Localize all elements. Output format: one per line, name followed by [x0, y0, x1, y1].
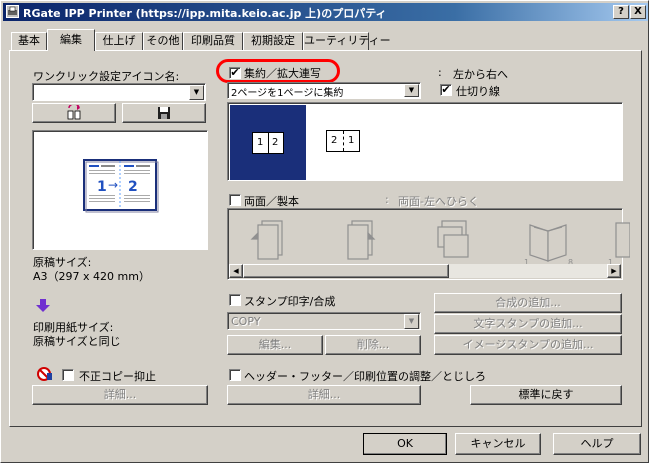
svg-text:2: 2 [128, 179, 138, 195]
chevron-down-icon[interactable]: ▼ [189, 85, 204, 100]
duplex-options-list: 1 8 1 ◀ ▶ [227, 208, 630, 280]
paper-size-value: 原稿サイズと同じ [33, 335, 121, 348]
ok-button[interactable]: OK [363, 433, 447, 455]
stamp-checkbox[interactable] [229, 294, 241, 306]
divider-label: 仕切り線 [456, 85, 500, 98]
scroll-right-button[interactable]: ▶ [607, 264, 621, 278]
svg-text:1: 1 [97, 179, 107, 195]
header-footer-detail-button[interactable]: 詳細... [227, 385, 421, 405]
combine-order-value: 左から右へ [453, 68, 508, 81]
tab-other[interactable]: その他 [143, 32, 183, 50]
layout-b-divider [343, 131, 344, 151]
combine-layout-list: 1 2 2 1 [227, 102, 623, 181]
layout-option-selected[interactable]: 1 2 [230, 105, 306, 180]
stamp-select[interactable]: COPY ▼ [227, 312, 421, 330]
document-preview-image: 1 → 2 [83, 159, 159, 213]
printer-app-icon [6, 5, 19, 18]
tab-default-settings[interactable]: 初期設定 [243, 32, 303, 50]
title-bar[interactable]: RGate IPP Printer (https://ipp.mita.keio… [3, 3, 648, 21]
tab-finishing[interactable]: 仕上げ [95, 32, 143, 50]
reset-defaults-button[interactable]: 標準に戻す [470, 385, 622, 405]
stamp-label: スタンプ印字/合成 [244, 295, 336, 308]
duplex-layout-icons: 1 8 1 [250, 220, 630, 267]
copy-protect-label: 不正コピー抑止 [79, 370, 156, 383]
duplex-colon: : [385, 193, 389, 206]
oneclick-label: ワンクリック設定アイコン名: [33, 70, 180, 83]
copy-protect-detail-button[interactable]: 詳細... [32, 385, 208, 405]
combine-checkbox[interactable]: ✔ [229, 67, 241, 79]
svg-text:→: → [108, 178, 118, 192]
arrow-down-icon [36, 299, 50, 312]
chevron-down-icon[interactable]: ▼ [404, 84, 419, 97]
help-button[interactable]: ヘルプ [553, 433, 641, 455]
save-settings-button[interactable] [122, 103, 206, 123]
tab-edit[interactable]: 編集 [47, 29, 95, 51]
help-title-button[interactable]: ? [613, 5, 629, 19]
original-size-value: A3（297 x 420 mm） [33, 270, 150, 283]
tab-basic[interactable]: 基本 [11, 32, 47, 50]
stamp-select-value: COPY [231, 315, 261, 328]
tab-utility[interactable]: ユーティリティー [303, 32, 391, 50]
properties-dialog: RGate IPP Printer (https://ipp.mita.keio… [0, 0, 649, 463]
layout-a-divider [268, 133, 269, 153]
combine-label: 集約／拡大連写 [244, 67, 321, 80]
oneclick-combo[interactable]: ▼ [32, 83, 206, 101]
duplex-label: 両面／製本 [244, 195, 299, 208]
scroll-left-button[interactable]: ◀ [229, 264, 243, 278]
header-footer-checkbox[interactable] [229, 369, 241, 381]
window-title: RGate IPP Printer (https://ipp.mita.keio… [23, 7, 387, 20]
register-settings-icon [67, 103, 81, 120]
stamp-delete-button[interactable]: 削除... [325, 335, 421, 355]
layout-a-page-right: 2 [272, 137, 279, 148]
header-footer-label: ヘッダー・フッター／印刷位置の調整／とじしろ [244, 370, 486, 383]
preview-box: 1 → 2 [32, 130, 208, 250]
divider-checkbox[interactable]: ✔ [440, 84, 452, 96]
combine-order-colon: : [438, 66, 442, 79]
chevron-down-icon[interactable]: ▼ [404, 314, 419, 329]
duplex-scrollbar[interactable]: ◀ ▶ [229, 264, 621, 278]
copy-protect-icon [37, 367, 52, 381]
duplex-checkbox[interactable] [229, 194, 241, 206]
layout-option-rtl[interactable]: 2 1 [326, 130, 360, 152]
tab-print-quality[interactable]: 印刷品質 [183, 32, 243, 50]
layout-b-page-right: 1 [348, 135, 355, 146]
stamp-edit-button[interactable]: 編集... [227, 335, 323, 355]
layout-a-page-left: 1 [257, 137, 264, 148]
scroll-thumb[interactable] [243, 264, 449, 278]
copy-protect-checkbox[interactable] [62, 369, 74, 381]
combine-mode-value: 2ページを1ページに集約 [231, 88, 344, 99]
add-text-stamp-button[interactable]: 文字スタンプの追加... [434, 314, 622, 334]
add-image-stamp-button[interactable]: イメージスタンプの追加... [434, 335, 622, 355]
add-overlay-button[interactable]: 合成の追加... [434, 293, 622, 313]
combine-mode-select[interactable]: 2ページを1ページに集約 ▼ [227, 82, 421, 99]
layout-b-page-left: 2 [331, 135, 338, 146]
close-button[interactable]: X [630, 5, 646, 19]
cancel-button[interactable]: キャンセル [455, 433, 541, 455]
duplex-value: 両面-左へひらく [398, 195, 479, 208]
oneclick-register-button[interactable] [32, 103, 116, 123]
floppy-disk-icon [158, 107, 170, 119]
